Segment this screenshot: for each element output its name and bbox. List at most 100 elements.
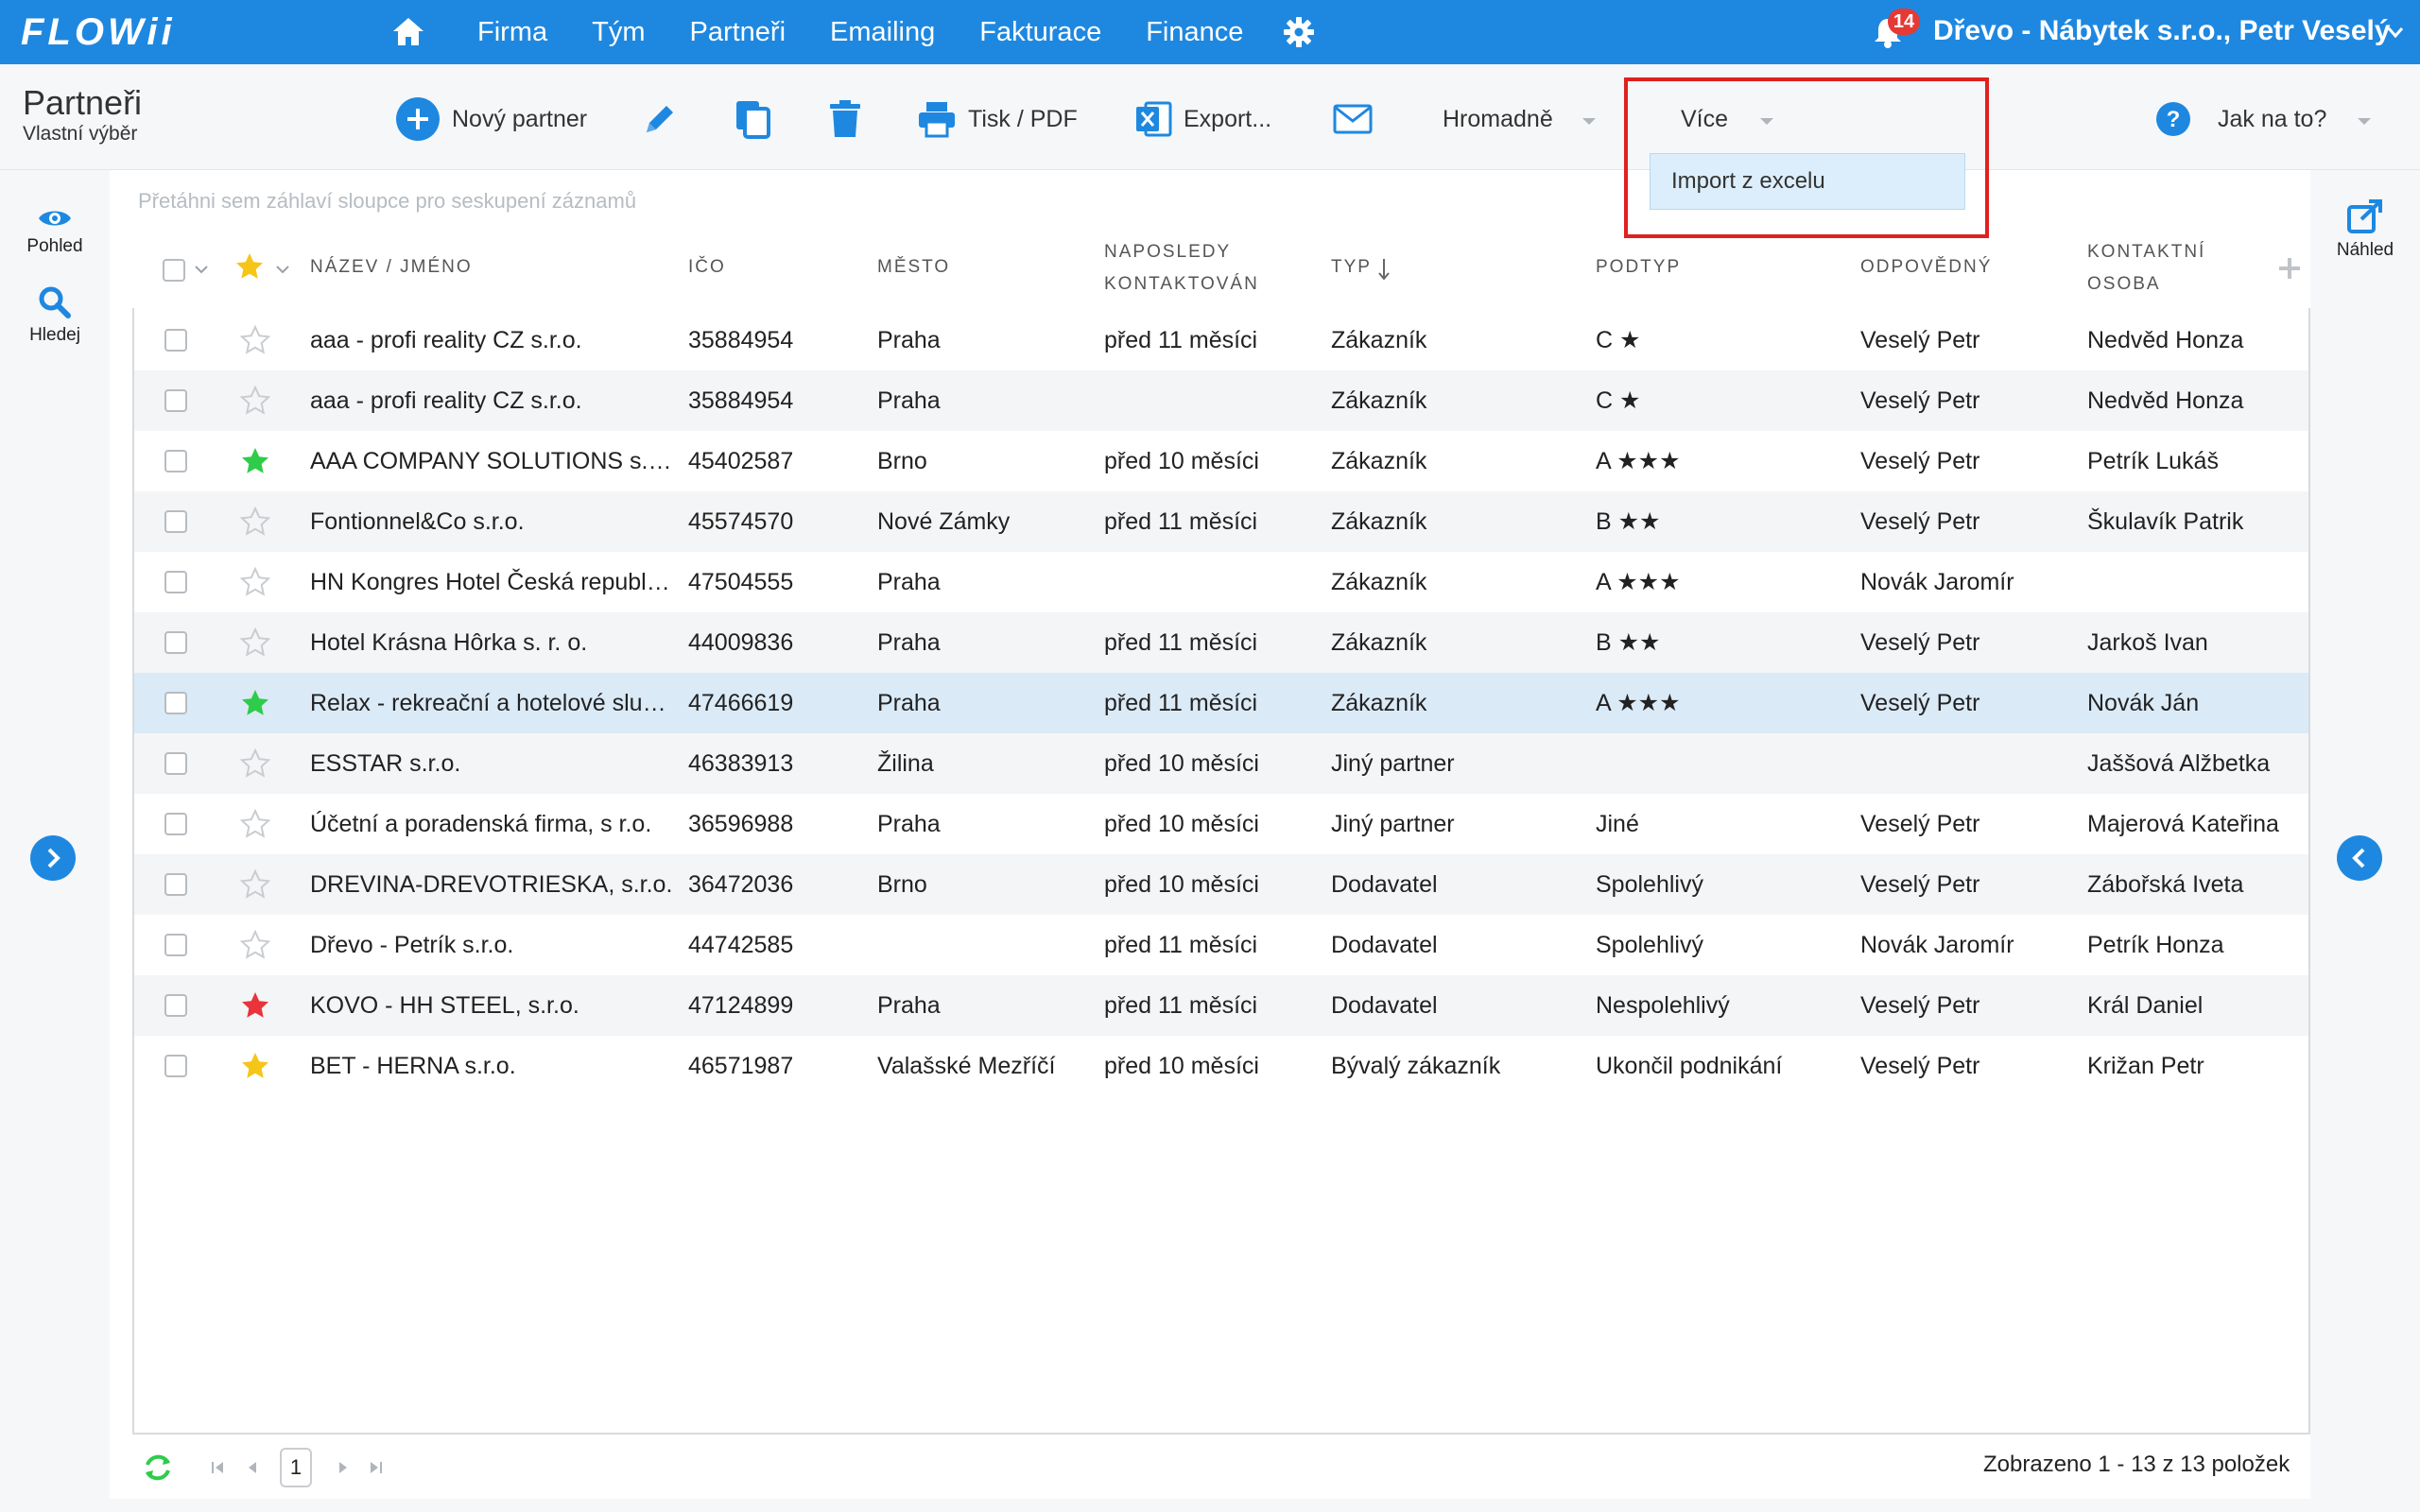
table-row[interactable]: HN Kongres Hotel Česká republika 47504555… xyxy=(134,552,2308,612)
cell-type: Dodavatel xyxy=(1331,871,1438,898)
view-subtitle[interactable]: Vlastní výběr xyxy=(23,123,137,146)
cell-last: před 10 měsíci xyxy=(1104,1053,1259,1079)
table-row[interactable]: aaa - profi reality CZ s.r.o. 35884954 Pra… xyxy=(134,370,2308,431)
bulk-actions-button[interactable]: Hromadně xyxy=(1443,94,1553,144)
row-checkbox[interactable] xyxy=(164,752,187,775)
cell-subtype: Nespolehlivý xyxy=(1596,992,1730,1019)
favorite-star-icon[interactable] xyxy=(240,869,270,900)
new-partner-button[interactable]: Nový partner xyxy=(395,94,587,144)
company-user-menu[interactable]: Dřevo - Nábytek s.r.o., Petr Veselý xyxy=(1933,15,2391,47)
favorite-star-icon[interactable] xyxy=(240,930,270,960)
add-column-icon[interactable] xyxy=(2276,255,2303,282)
header-select-all[interactable] xyxy=(163,259,185,282)
trash-icon xyxy=(830,100,860,137)
preview-button[interactable]: Náhled xyxy=(2310,198,2420,261)
search-button[interactable]: Hledej xyxy=(0,285,110,346)
email-button[interactable] xyxy=(1333,94,1373,144)
table-row[interactable]: DREVINA-DREVOTRIESKA, s.r.o. 36472036 Brno… xyxy=(134,854,2308,915)
chevron-right-icon xyxy=(47,848,60,868)
delete-button[interactable] xyxy=(828,94,862,144)
table-row[interactable]: Hotel Krásna Hôrka s. r. o. 44009836 Praha… xyxy=(134,612,2308,673)
nav-emailing[interactable]: Emailing xyxy=(830,17,935,48)
next-page-icon[interactable] xyxy=(335,1459,352,1476)
edit-button[interactable] xyxy=(641,94,679,144)
table-row[interactable]: Fontionnel&Co s.r.o. 45574570 Nové Zámky př… xyxy=(134,491,2308,552)
nav-partneri[interactable]: Partneři xyxy=(689,17,786,48)
last-page-icon[interactable] xyxy=(367,1459,384,1476)
print-pdf-label: Tisk / PDF xyxy=(968,105,1078,132)
bottom-strip xyxy=(110,1499,2310,1512)
cell-city: Praha xyxy=(877,327,941,353)
favorite-star-icon[interactable] xyxy=(240,990,270,1021)
chevron-down-icon[interactable] xyxy=(2386,23,2405,42)
favorite-star-icon[interactable] xyxy=(240,446,270,476)
view-button[interactable]: Pohled xyxy=(0,206,110,257)
table-row[interactable]: Dřevo - Petrík s.r.o. 44742585 před 11 měs… xyxy=(134,915,2308,975)
row-checkbox[interactable] xyxy=(164,631,187,654)
row-checkbox[interactable] xyxy=(164,934,187,956)
expand-left-button[interactable] xyxy=(30,835,76,881)
favorite-star-icon[interactable] xyxy=(240,386,270,416)
group-by-drop-zone[interactable]: Přetáhni sem záhlaví sloupce pro seskupe… xyxy=(138,189,636,214)
table-row[interactable]: Účetní a poradenská firma, s r.o. 3659698… xyxy=(134,794,2308,854)
favorite-star-icon[interactable] xyxy=(240,567,270,597)
export-button[interactable]: Export... xyxy=(1134,94,1271,144)
chevron-down-icon[interactable] xyxy=(1581,115,1598,127)
nav-tym[interactable]: Tým xyxy=(592,17,645,48)
row-checkbox[interactable] xyxy=(164,873,187,896)
row-checkbox[interactable] xyxy=(164,510,187,533)
nav-fakturace[interactable]: Fakturace xyxy=(979,17,1101,48)
nav-finance[interactable]: Finance xyxy=(1146,17,1243,48)
first-page-icon[interactable] xyxy=(210,1459,227,1476)
prev-page-icon[interactable] xyxy=(244,1459,261,1476)
row-checkbox[interactable] xyxy=(164,571,187,593)
favorite-star-icon[interactable] xyxy=(240,325,270,355)
cell-city: Praha xyxy=(877,811,941,837)
row-checkbox[interactable] xyxy=(164,994,187,1017)
table-row[interactable]: BET - HERNA s.r.o. 46571987 Valašské Mezří… xyxy=(134,1036,2308,1096)
home-icon[interactable] xyxy=(389,13,427,51)
favorite-star-icon[interactable] xyxy=(240,748,270,779)
table-row[interactable]: ESSTAR s.r.o. 46383913 Žilina před 10 měsíc… xyxy=(134,733,2308,794)
expand-right-button[interactable] xyxy=(2337,835,2382,881)
row-checkbox[interactable] xyxy=(164,329,187,352)
chevron-down-icon[interactable] xyxy=(193,263,210,276)
gear-icon[interactable] xyxy=(1282,15,1316,49)
table-row[interactable]: aaa - profi reality CZ s.r.o. 35884954 Pra… xyxy=(134,310,2308,370)
favorite-star-icon[interactable] xyxy=(240,688,270,718)
chevron-down-icon[interactable] xyxy=(2356,115,2373,127)
table-row[interactable]: Relax - rekreační a hotelové služby 47466… xyxy=(134,673,2308,733)
current-page[interactable]: 1 xyxy=(280,1448,312,1487)
plus-circle-icon xyxy=(396,97,440,141)
favorite-star-icon[interactable] xyxy=(240,627,270,658)
row-checkbox[interactable] xyxy=(164,389,187,412)
favorite-star-icon[interactable] xyxy=(240,809,270,839)
cell-owner: Veselý Petr xyxy=(1860,811,1980,837)
favorite-star-icon[interactable] xyxy=(240,1051,270,1081)
star-icon[interactable] xyxy=(234,251,265,282)
cell-owner: Veselý Petr xyxy=(1860,387,1980,414)
table-row[interactable]: KOVO - HH STEEL, s.r.o. 47124899 Praha před… xyxy=(134,975,2308,1036)
record-count-status: Zobrazeno 1 - 13 z 13 položek xyxy=(1983,1452,2290,1477)
table-row[interactable]: AAA COMPANY SOLUTIONS s.r.o. 45402587 Brno… xyxy=(134,431,2308,491)
app-logo[interactable]: FLOWii xyxy=(21,11,176,54)
cell-type: Jiný partner xyxy=(1331,811,1455,837)
row-checkbox[interactable] xyxy=(164,450,187,472)
print-pdf-button[interactable]: Tisk / PDF xyxy=(917,94,1078,144)
cell-subtype: Jiné xyxy=(1596,811,1639,837)
chevron-down-icon[interactable] xyxy=(274,263,291,276)
cell-type: Zákazník xyxy=(1331,448,1427,474)
refresh-icon[interactable] xyxy=(142,1452,174,1484)
row-checkbox[interactable] xyxy=(164,1055,187,1077)
column-header-last-contact-line2: KONTAKTOVÁN xyxy=(1104,274,1259,294)
page-title: Partneři xyxy=(23,83,143,122)
help-button[interactable]: ? Jak na to? xyxy=(2155,94,2326,144)
row-checkbox[interactable] xyxy=(164,692,187,714)
sort-down-arrow-icon[interactable] xyxy=(1376,257,1392,282)
row-checkbox[interactable] xyxy=(164,813,187,835)
cell-owner: Novák Jaromír xyxy=(1860,932,2014,958)
cell-last: před 11 měsíci xyxy=(1104,629,1258,656)
nav-firma[interactable]: Firma xyxy=(477,17,547,48)
favorite-star-icon[interactable] xyxy=(240,507,270,537)
copy-button[interactable] xyxy=(734,94,771,144)
